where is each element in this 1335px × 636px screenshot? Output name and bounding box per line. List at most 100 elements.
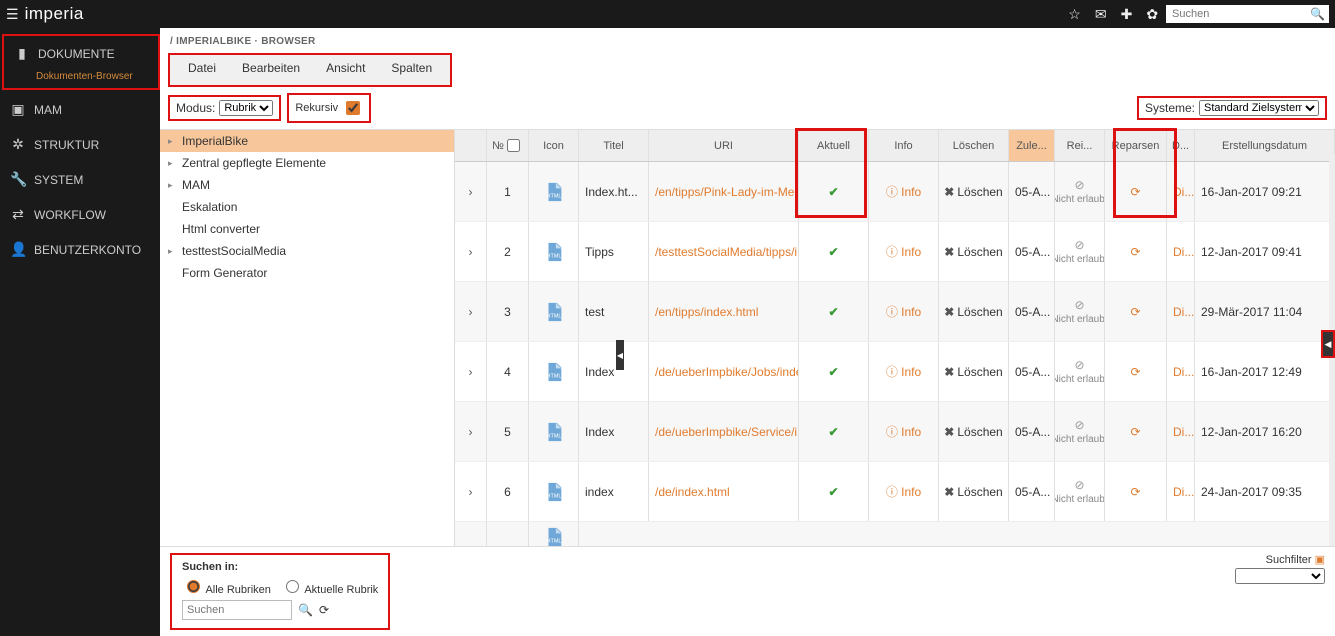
search-icon[interactable]: 🔍 [1310,7,1325,21]
global-search-input[interactable] [1170,7,1310,21]
hamburger-icon[interactable]: ☰ [6,6,19,23]
delete-link[interactable]: ✖Löschen [944,245,1002,259]
di-link[interactable]: Di... [1173,485,1194,499]
tree-collapse-handle[interactable]: ◀ [616,340,624,370]
col-aktuell[interactable]: Aktuell [799,130,869,161]
sidebar-item-struktur[interactable]: ✲ STRUKTUR [0,127,160,162]
di-link[interactable]: Di... [1173,365,1194,379]
table-row[interactable]: ›5HTMLIndex/de/ueberImpbike/Service/i...… [455,402,1335,462]
info-link[interactable]: ⓘ Info [886,423,921,440]
sidebar-item-dokumente[interactable]: ▮ DOKUMENTE [4,36,158,71]
cell-titel[interactable]: index [579,462,649,521]
expand-icon[interactable]: › [469,245,473,259]
cell-uri-link[interactable]: /de/ueberImpbike/Jobs/inde... [655,365,799,379]
expand-icon[interactable]: › [469,305,473,319]
suchfilter-add-icon[interactable]: ▣ [1315,554,1325,566]
menu-ansicht[interactable]: Ansicht [314,57,377,79]
cell-titel[interactable]: Index [579,402,649,461]
cell-titel[interactable]: Index [579,342,649,401]
col-loeschen[interactable]: Löschen [939,130,1009,161]
cell-uri-link[interactable]: /en/tipps/Pink-Lady-im-Meg... [655,185,799,199]
tree-item-zentral[interactable]: ▸Zentral gepflegte Elemente [160,152,454,174]
cell-uri-link[interactable]: /testtestSocialMedia/tipps/i... [655,245,799,259]
col-num[interactable]: № [487,130,529,161]
info-link[interactable]: ⓘ Info [886,303,921,320]
col-info[interactable]: Info [869,130,939,161]
select-all-checkbox[interactable] [507,139,520,152]
global-search[interactable]: 🔍 [1166,5,1329,23]
di-link[interactable]: Di... [1173,245,1194,259]
rekursiv-checkbox[interactable] [346,101,360,115]
tree-item-testtestsocialmedia[interactable]: ▸testtestSocialMedia [160,240,454,262]
reparse-icon[interactable]: ⟳ [1130,485,1140,499]
info-link[interactable]: ⓘ Info [886,483,921,500]
table-row[interactable]: ›3HTMLtest/en/tipps/index.html✔ⓘ Info✖Lö… [455,282,1335,342]
expand-icon[interactable]: › [469,485,473,499]
cell-uri-link[interactable]: /de/ueberImpbike/Service/i... [655,425,799,439]
suchfilter-select[interactable] [1235,568,1325,584]
table-row[interactable]: ›2HTMLTipps/testtestSocialMedia/tipps/i.… [455,222,1335,282]
col-uri[interactable]: URI [649,130,799,161]
col-icon[interactable]: Icon [529,130,579,161]
tree-item-htmlconverter[interactable]: Html converter [160,218,454,240]
cell-titel[interactable]: Tipps [579,222,649,281]
radio-aktuelle-rubrik[interactable]: Aktuelle Rubrik [281,577,378,596]
menu-bearbeiten[interactable]: Bearbeiten [230,57,312,79]
search-icon[interactable]: 🔍 [298,603,313,617]
delete-link[interactable]: ✖Löschen [944,365,1002,379]
sidebar-item-system[interactable]: 🔧 SYSTEM [0,162,160,197]
expand-icon[interactable]: › [469,365,473,379]
right-panel-handle[interactable]: ◀ [1321,330,1335,358]
col-zuletzt[interactable]: Zule... [1009,130,1055,161]
tree-item-mam[interactable]: ▸MAM [160,174,454,196]
info-link[interactable]: ⓘ Info [886,363,921,380]
document-icon: ▮ [14,45,30,62]
col-reimport[interactable]: Rei... [1055,130,1105,161]
expand-icon[interactable]: › [469,425,473,439]
puzzle-icon[interactable]: ✚ [1121,6,1133,23]
sidebar-item-benutzerkonto[interactable]: 👤 BENUTZERKONTO [0,232,160,267]
mail-icon[interactable]: ✉ [1095,6,1107,23]
reparse-icon[interactable]: ⟳ [1130,365,1140,379]
star-icon[interactable]: ☆ [1068,6,1081,23]
col-reparsen[interactable]: Reparsen [1105,130,1167,161]
cell-uri-link[interactable]: /en/tipps/index.html [655,305,758,319]
cell-uri-link[interactable]: /de/index.html [655,485,730,499]
delete-link[interactable]: ✖Löschen [944,425,1002,439]
tree-item-formgenerator[interactable]: Form Generator [160,262,454,284]
bottom-search-input[interactable] [182,600,292,620]
sidebar-item-mam[interactable]: ▣ MAM [0,92,160,127]
delete-link[interactable]: ✖Löschen [944,305,1002,319]
di-link[interactable]: Di... [1173,305,1194,319]
cell-titel[interactable]: test [579,282,649,341]
systeme-select[interactable]: Standard Zielsystem [1199,100,1319,116]
tree-item-imperialbike[interactable]: ▸ImperialBike [160,130,454,152]
refresh-icon[interactable]: ⟳ [319,603,329,617]
info-link[interactable]: ⓘ Info [886,243,921,260]
delete-link[interactable]: ✖Löschen [944,185,1002,199]
col-erstellungsdatum[interactable]: Erstellungsdatum [1195,130,1335,161]
sidebar-sub-dokumenten-browser[interactable]: Dokumenten-Browser [4,71,158,88]
delete-link[interactable]: ✖Löschen [944,485,1002,499]
menu-datei[interactable]: Datei [176,57,228,79]
cell-titel[interactable]: Index.ht... [579,162,649,221]
reparse-icon[interactable]: ⟳ [1130,305,1140,319]
di-link[interactable]: Di... [1173,425,1194,439]
tree-item-eskalation[interactable]: Eskalation [160,196,454,218]
col-d[interactable]: D... [1167,130,1195,161]
col-titel[interactable]: Titel [579,130,649,161]
expand-icon[interactable]: › [469,185,473,199]
table-row[interactable]: ›4HTMLIndex/de/ueberImpbike/Jobs/inde...… [455,342,1335,402]
reparse-icon[interactable]: ⟳ [1130,425,1140,439]
reparse-icon[interactable]: ⟳ [1130,185,1140,199]
reparse-icon[interactable]: ⟳ [1130,245,1140,259]
gear-icon[interactable]: ✿ [1146,6,1158,23]
di-link[interactable]: Di... [1173,185,1194,199]
table-row[interactable]: ›6HTMLindex/de/index.html✔ⓘ Info✖Löschen… [455,462,1335,522]
sidebar-item-workflow[interactable]: ⇄ WORKFLOW [0,197,160,232]
table-row[interactable]: ›1HTMLIndex.ht.../en/tipps/Pink-Lady-im-… [455,162,1335,222]
modus-select[interactable]: Rubrik [219,100,273,116]
menu-spalten[interactable]: Spalten [379,57,444,79]
radio-alle-rubriken[interactable]: Alle Rubriken [182,577,271,596]
info-link[interactable]: ⓘ Info [886,183,921,200]
